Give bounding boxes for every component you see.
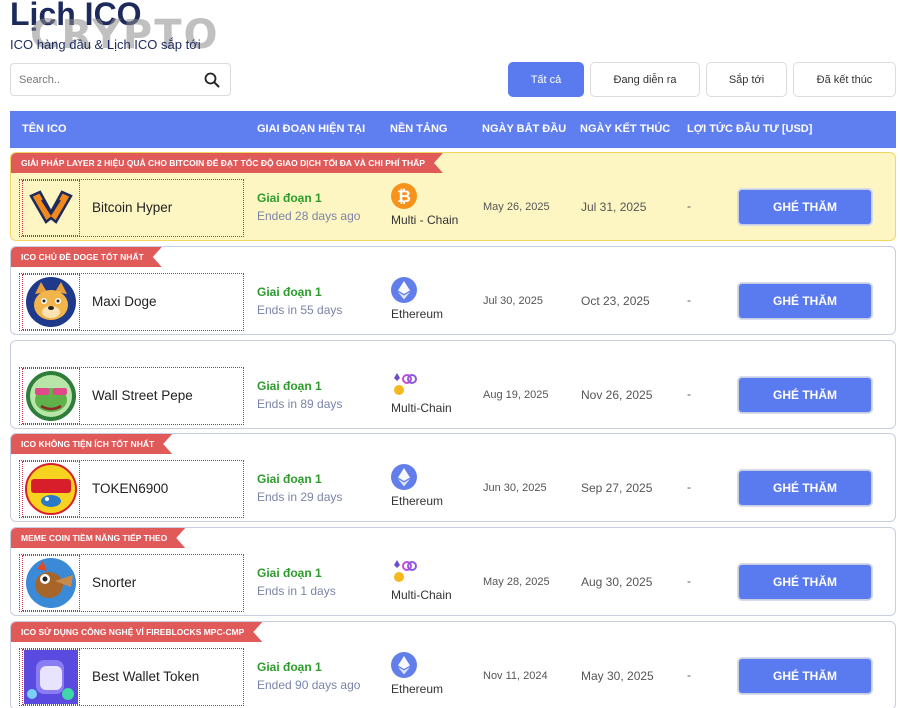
ethereum-icon (391, 277, 417, 303)
ico-name: Wall Street Pepe (92, 388, 193, 403)
multichain-icon (394, 560, 417, 582)
header-roi: LỢI TỨC ĐẦU TƯ [USD] (687, 123, 813, 135)
ico-name-cell[interactable]: Best Wallet Token (19, 648, 244, 706)
roi-value: - (687, 480, 691, 494)
visit-button[interactable]: GHÉ THĂM (738, 377, 872, 413)
search-input[interactable] (19, 71, 199, 89)
tab-all[interactable]: Tất cả (508, 62, 584, 97)
table-row: MEME COIN TIỀM NĂNG TIẾP THEO Snorter Gi… (10, 527, 896, 616)
header-stage: GIAI ĐOẠN HIỆN TẠI (257, 123, 366, 135)
stage-label: Giai đoạn 1 (257, 566, 322, 580)
roi-value: - (687, 574, 691, 588)
tab-ongoing[interactable]: Đang diễn ra (590, 62, 700, 97)
row-ribbon: ICO KHÔNG TIỆN ÍCH TỐT NHẤT (11, 434, 172, 454)
tab-ended[interactable]: Đã kết thúc (793, 62, 896, 97)
roi-value: - (687, 199, 691, 213)
platform-label: Ethereum (391, 307, 444, 321)
stage-label: Giai đoạn 1 (257, 660, 322, 674)
table-row: GIẢI PHÁP LAYER 2 HIỆU QUẢ CHO BITCOIN Đ… (10, 152, 896, 241)
header-platform: NỀN TẢNG (390, 123, 448, 135)
ethereum-icon (391, 464, 417, 490)
bitcoin-hyper-logo-icon (22, 180, 80, 236)
stage-label: Giai đoạn 1 (257, 285, 322, 299)
ico-name: Bitcoin Hyper (92, 200, 173, 215)
start-date: Aug 19, 2025 (483, 389, 549, 401)
stage-time: Ends in 55 days (257, 303, 343, 317)
end-date: Oct 23, 2025 (581, 294, 650, 308)
table-row: ICO SỬ DỤNG CÔNG NGHỆ VÍ FIREBLOCKS MPC-… (10, 621, 896, 708)
end-date: Nov 26, 2025 (581, 388, 653, 402)
filter-tabs: Tất cả Đang diễn ra Sắp tới Đã kết thúc (508, 62, 896, 97)
ico-name-cell[interactable]: Bitcoin Hyper (19, 179, 244, 237)
ico-name: Snorter (92, 575, 137, 590)
roi-value: - (687, 293, 691, 307)
header-end-date: NGÀY KẾT THÚC (580, 123, 671, 135)
token6900-logo-icon (22, 461, 80, 517)
start-date: Nov 11, 2024 (483, 670, 548, 682)
platform-label: Ethereum (391, 682, 444, 696)
roi-value: - (687, 387, 691, 401)
start-date: Jul 30, 2025 (483, 295, 543, 307)
ico-name: Maxi Doge (92, 294, 157, 309)
stage-label: Giai đoạn 1 (257, 379, 322, 393)
page-header: Lịch ICO CRYPTO ICO hàng đầu & Lịch ICO … (10, 0, 310, 60)
visit-button[interactable]: GHÉ THĂM (738, 283, 872, 319)
ico-name-cell[interactable]: TOKEN6900 (19, 460, 244, 518)
ico-name: Best Wallet Token (92, 669, 200, 684)
tab-upcoming[interactable]: Sắp tới (706, 62, 787, 97)
end-date: Sep 27, 2025 (581, 481, 653, 495)
stage-label: Giai đoạn 1 (257, 472, 322, 486)
wall-street-pepe-logo-icon (22, 368, 80, 424)
bitcoin-icon: ₿ (391, 183, 417, 209)
visit-button[interactable]: GHÉ THĂM (738, 189, 872, 225)
ethereum-icon (391, 652, 417, 678)
ico-name: TOKEN6900 (92, 481, 169, 496)
ico-name-cell[interactable]: Wall Street Pepe (19, 367, 244, 425)
ico-name-cell[interactable]: Snorter (19, 554, 244, 612)
start-date: Jun 30, 2025 (483, 482, 547, 494)
table-header: TÊN ICO GIAI ĐOẠN HIỆN TẠI NỀN TẢNG NGÀY… (10, 111, 896, 148)
maxi-doge-logo-icon (22, 274, 80, 330)
end-date: May 30, 2025 (581, 669, 654, 683)
platform-label: Multi-Chain (391, 401, 452, 415)
platform-label: Ethereum (391, 494, 444, 508)
visit-button[interactable]: GHÉ THĂM (738, 470, 872, 506)
page-subtitle: ICO hàng đầu & Lịch ICO sắp tới (10, 37, 201, 52)
platform-label: Multi - Chain (391, 213, 459, 227)
roi-value: - (687, 668, 691, 682)
svg-text:₿: ₿ (397, 187, 411, 207)
row-ribbon: GIẢI PHÁP LAYER 2 HIỆU QUẢ CHO BITCOIN Đ… (11, 153, 443, 173)
table-row: ICO KHÔNG TIỆN ÍCH TỐT NHẤT TOKEN6900 Gi… (10, 433, 896, 522)
end-date: Jul 31, 2025 (581, 200, 647, 214)
search-box (10, 63, 231, 96)
header-ico-name: TÊN ICO (22, 123, 67, 135)
table-row: Wall Street Pepe Giai đoạn 1 Ends in 89 … (10, 340, 896, 429)
ico-name-cell[interactable]: Maxi Doge (19, 273, 244, 331)
row-ribbon: ICO SỬ DỤNG CÔNG NGHỆ VÍ FIREBLOCKS MPC-… (11, 622, 262, 642)
table-row: ICO CHỦ ĐỀ DOGE TỐT NHẤT Maxi Doge Giai … (10, 246, 896, 335)
start-date: May 28, 2025 (483, 576, 550, 588)
multichain-icon (394, 373, 417, 395)
header-start-date: NGÀY BẮT ĐẦU (482, 123, 567, 135)
stage-time: Ended 90 days ago (257, 678, 361, 692)
snorter-logo-icon (22, 555, 80, 611)
stage-time: Ended 28 days ago (257, 209, 361, 223)
stage-label: Giai đoạn 1 (257, 191, 322, 205)
stage-time: Ends in 29 days (257, 490, 343, 504)
best-wallet-logo-icon (22, 649, 80, 705)
visit-button[interactable]: GHÉ THĂM (738, 658, 872, 694)
stage-time: Ends in 1 days (257, 584, 336, 598)
start-date: May 26, 2025 (483, 201, 550, 213)
end-date: Aug 30, 2025 (581, 575, 653, 589)
stage-time: Ends in 89 days (257, 397, 343, 411)
platform-label: Multi-Chain (391, 588, 452, 602)
row-ribbon: MEME COIN TIỀM NĂNG TIẾP THEO (11, 528, 185, 548)
row-ribbon: ICO CHỦ ĐỀ DOGE TỐT NHẤT (11, 247, 162, 267)
search-icon[interactable] (204, 72, 220, 88)
visit-button[interactable]: GHÉ THĂM (738, 564, 872, 600)
